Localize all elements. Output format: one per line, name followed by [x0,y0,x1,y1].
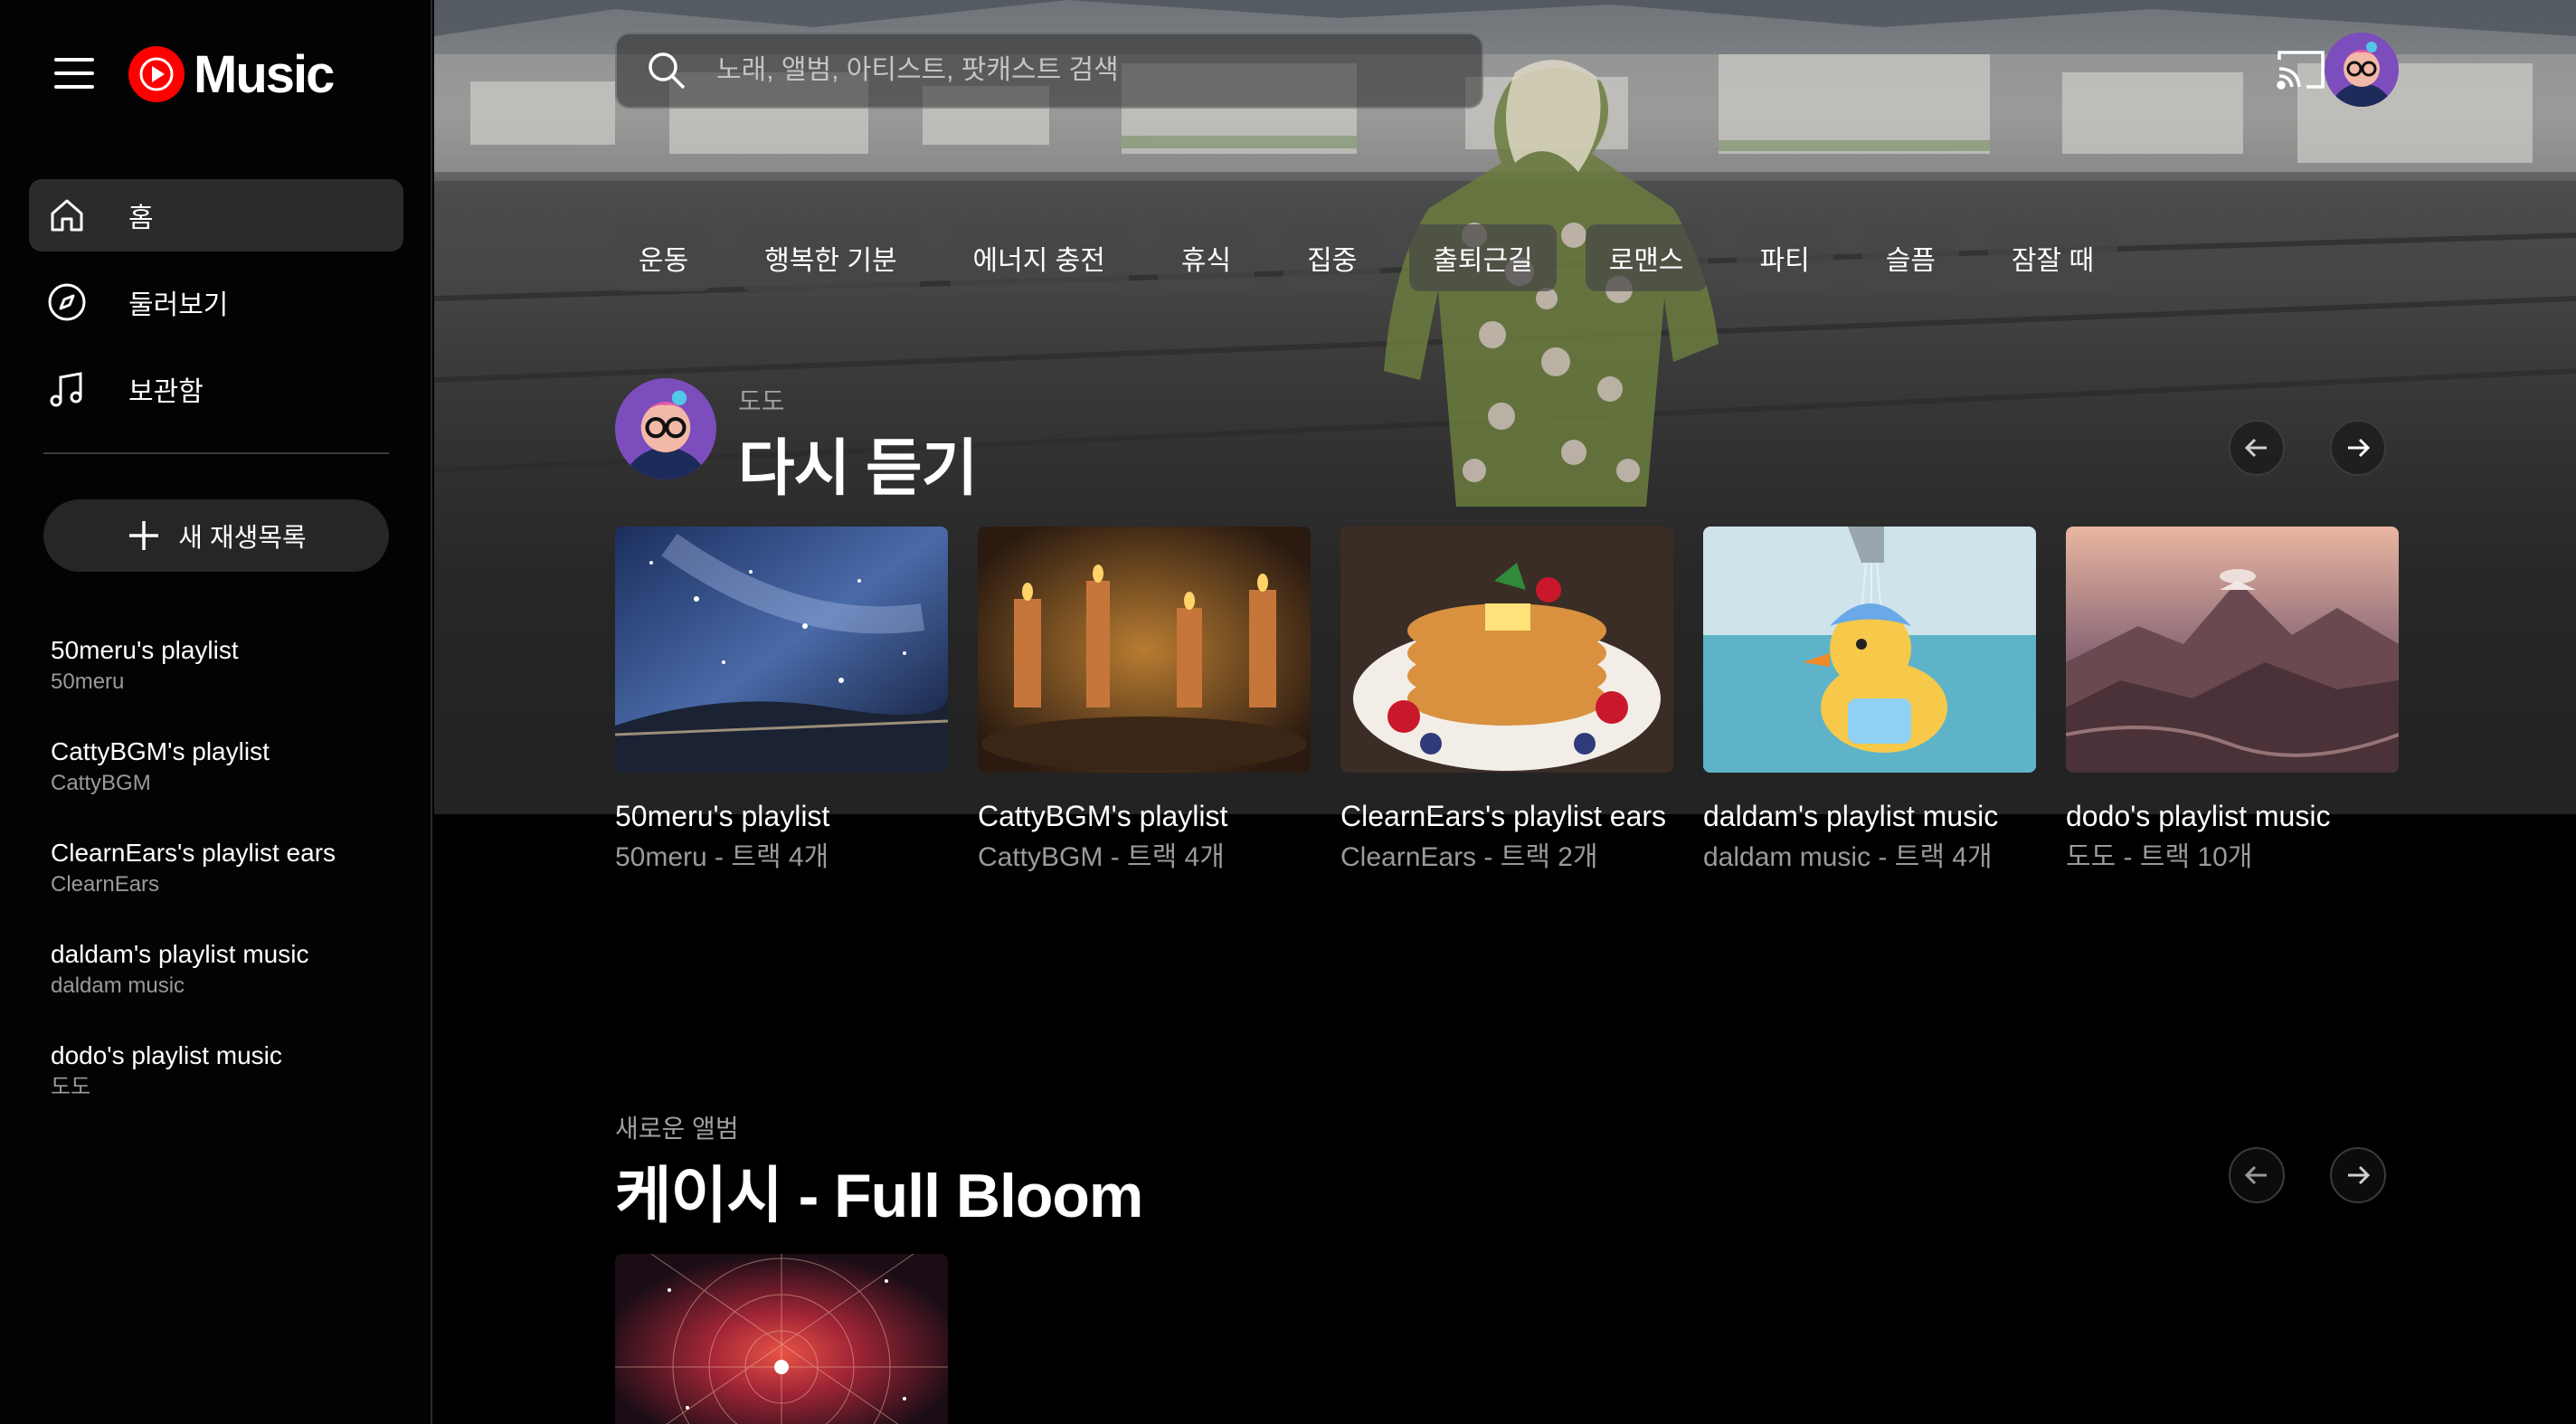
app-root: Music 홈 둘러보기 보관함 새 재생목록 50meru's playlis… [0,0,2576,1424]
search-icon [649,52,686,90]
playlist-owner: ClearnEars [51,872,160,897]
playlist-thumbnail[interactable] [978,527,1311,773]
chip[interactable]: 파티 [1736,224,1833,291]
chip[interactable]: 행복한 기분 [741,224,921,291]
new-playlist-label: 새 재생목록 [178,524,307,553]
nav-item-home[interactable]: 홈 [29,179,403,252]
playlist-thumbnail[interactable] [1703,527,2036,773]
nav-label: 보관함 [128,377,204,407]
search-bar[interactable] [615,33,1483,109]
chip[interactable]: 운동 [615,224,713,291]
chip[interactable]: 에너지 충전 [949,224,1129,291]
plus-icon [129,521,159,550]
playlist-thumbnail[interactable] [2066,527,2399,773]
arrow-left-icon [2244,438,2267,458]
explore-compass-icon [45,280,89,324]
home-icon [45,194,89,237]
playlist-owner: CattyBGM [51,771,151,795]
sidebar-playlist-item[interactable]: daldam's playlist music daldam music [51,937,403,1039]
card-title[interactable]: ClearnEars's playlist ears [1340,794,1673,838]
youtube-music-logo[interactable]: Music [128,44,335,104]
shelf-subtitle: 새로운 앨범 [615,1115,739,1143]
user-avatar[interactable] [2325,33,2399,107]
card-title[interactable]: daldam's playlist music [1703,794,2036,838]
nav-label: 홈 [128,204,154,233]
sidebar-divider [43,452,389,454]
card-subtitle: CattyBGM - 트랙 4개 [978,842,1225,872]
card-subtitle: ClearnEars - 트랙 2개 [1340,842,1598,872]
primary-nav: 홈 둘러보기 보관함 [29,179,403,440]
playlist-owner: 50meru [51,669,125,694]
sidebar-playlist-item[interactable]: dodo's playlist music 도도 [51,1039,403,1140]
playlist-card[interactable]: daldam's playlist music daldam music - 트… [1703,527,2036,878]
main-content: 운동 행복한 기분 에너지 충전 휴식 집중 출퇴근길 로맨스 파티 슬픔 잠잘… [434,0,2576,1424]
playlist-owner: 도도 [51,1075,91,1099]
new-album-header: 새로운 앨범 케이시 - Full Bloom [615,1109,1143,1235]
sidebar-playlist-item[interactable]: CattyBGM's playlist CattyBGM [51,735,403,836]
card-title[interactable]: CattyBGM's playlist [978,794,1311,838]
chip[interactable]: 슬픔 [1861,224,1959,291]
playlist-card[interactable]: CattyBGM's playlist CattyBGM - 트랙 4개 [978,527,1311,878]
sidebar-playlist-item[interactable]: 50meru's playlist 50meru [51,633,403,735]
playlist-title: daldam's playlist music [51,940,309,968]
arrow-right-icon [2348,438,2371,458]
playlist-thumbnail[interactable] [1340,527,1673,773]
playlist-card[interactable]: ClearnEars's playlist ears ClearnEars - … [1340,527,1673,878]
listen-again-cards: 50meru's playlist 50meru - 트랙 4개 CattyBG… [615,527,2429,878]
card-subtitle: daldam music - 트랙 4개 [1703,842,1993,872]
search-input[interactable] [716,43,1458,98]
library-music-note-icon [45,367,89,411]
new-playlist-button[interactable]: 새 재생목록 [43,499,389,572]
card-subtitle: 50meru - 트랙 4개 [615,842,829,872]
shelf-next-button[interactable] [2330,420,2386,476]
nav-item-library[interactable]: 보관함 [29,353,403,425]
card-title[interactable]: 50meru's playlist [615,794,948,838]
chip[interactable]: 출퇴근길 [1409,224,1557,291]
shelf-title[interactable]: 케이시 - Full Bloom [615,1145,1143,1235]
shelf-prev-button[interactable] [2229,1147,2285,1203]
playlist-thumbnail[interactable] [615,527,948,773]
nav-label: 둘러보기 [128,290,229,320]
playlist-title: dodo's playlist music [51,1041,282,1069]
chip[interactable]: 집중 [1283,224,1381,291]
card-title[interactable]: dodo's playlist music [2066,794,2399,838]
chip[interactable]: 휴식 [1157,224,1255,291]
album-thumbnail[interactable] [615,1254,948,1424]
listen-again-header: 도도 다시 듣기 [738,382,978,508]
menu-icon[interactable] [54,58,94,89]
arrow-left-icon [2244,1165,2267,1185]
chip[interactable]: 로맨스 [1585,224,1708,291]
mood-chips: 운동 행복한 기분 에너지 충전 휴식 집중 출퇴근길 로맨스 파티 슬픔 잠잘… [615,224,2146,291]
sidebar: Music 홈 둘러보기 보관함 새 재생목록 50meru's playlis… [0,0,432,1424]
playlist-title: ClearnEars's playlist ears [51,839,336,867]
shelf-owner-avatar[interactable] [615,378,716,479]
shelf-prev-button[interactable] [2229,420,2285,476]
cast-icon[interactable] [2276,47,2326,92]
playlist-card[interactable]: 50meru's playlist 50meru - 트랙 4개 [615,527,948,878]
chip[interactable]: 잠잘 때 [1987,224,2118,291]
play-logo-icon [128,46,185,102]
shelf-next-button[interactable] [2330,1147,2386,1203]
playlist-owner: daldam music [51,973,185,998]
nav-item-explore[interactable]: 둘러보기 [29,266,403,338]
playlist-title: 50meru's playlist [51,636,239,664]
playlist-title: CattyBGM's playlist [51,737,270,765]
card-subtitle: 도도 - 트랙 10개 [2066,842,2253,872]
arrow-right-icon [2348,1165,2371,1185]
shelf-title[interactable]: 다시 듣기 [738,418,978,508]
shelf-subtitle: 도도 [738,387,785,415]
playlist-card[interactable]: dodo's playlist music 도도 - 트랙 10개 [2066,527,2399,878]
sidebar-playlist-list: 50meru's playlist 50meru CattyBGM's play… [51,633,403,1140]
sidebar-playlist-item[interactable]: ClearnEars's playlist ears ClearnEars [51,836,403,937]
logo-text: Music [194,44,335,104]
